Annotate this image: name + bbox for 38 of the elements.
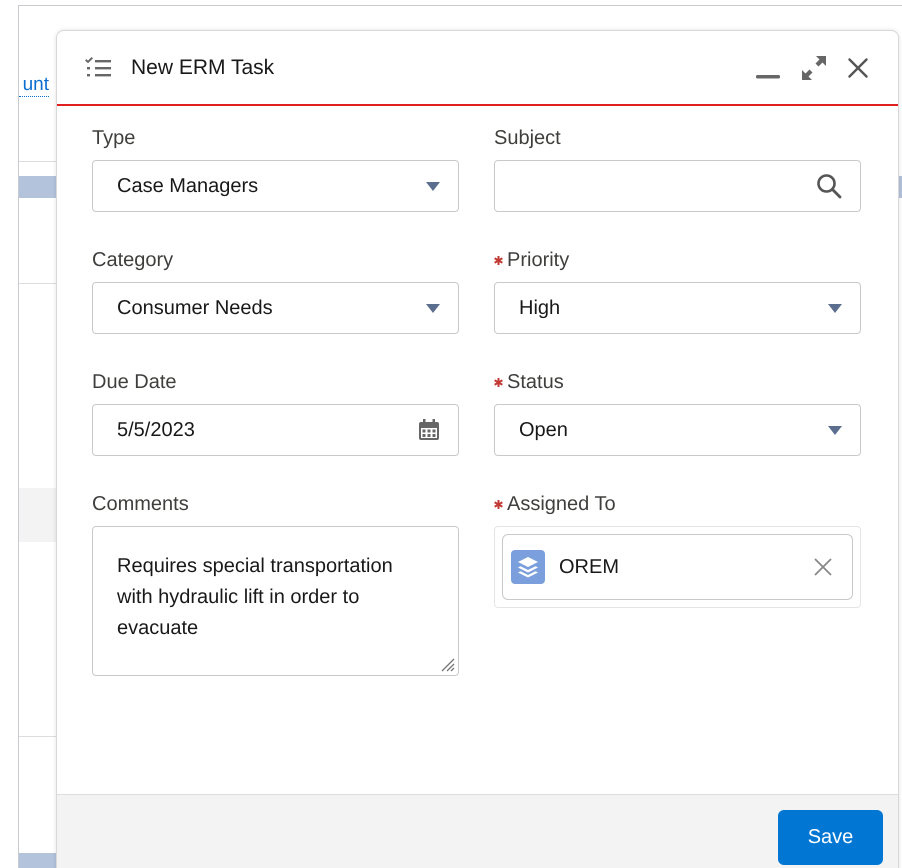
search-field[interactable] <box>494 160 861 212</box>
dropdown-caret-icon <box>828 304 842 312</box>
field-label: Assigned To <box>507 492 616 516</box>
picklist-field[interactable]: Open <box>494 404 861 456</box>
clear-icon[interactable] <box>814 558 832 576</box>
field-label: Subject <box>494 126 561 150</box>
table-footer-bar <box>19 853 59 868</box>
picklist-field[interactable]: Case Managers <box>92 160 459 212</box>
required-asterisk-icon <box>494 256 503 264</box>
comments-textarea[interactable]: Requires special transportation with hydraulic lift in order to evacuate <box>92 526 459 676</box>
checklist-icon <box>85 56 111 78</box>
calendar-icon <box>418 419 440 441</box>
dropdown-caret-icon <box>426 182 440 190</box>
account-link[interactable]: unt <box>19 74 49 97</box>
layers-icon <box>511 550 545 584</box>
dropdown-caret-icon <box>426 304 440 312</box>
required-asterisk-icon <box>494 500 503 508</box>
minimize-icon[interactable] <box>756 74 780 78</box>
field-label: Type <box>92 126 136 150</box>
modal-title: New ERM Task <box>131 56 276 80</box>
close-icon[interactable] <box>848 58 868 78</box>
dropdown-caret-icon <box>828 426 842 434</box>
save-button[interactable]: Save <box>778 810 883 865</box>
selected-record-pill[interactable]: OREM <box>502 534 853 600</box>
table-header-bar <box>19 176 59 198</box>
search-icon <box>816 173 842 199</box>
date-field[interactable]: 5/5/2023 <box>92 404 459 456</box>
picklist-field[interactable]: High <box>494 282 861 334</box>
field-label: Status <box>507 370 564 394</box>
required-asterisk-icon <box>494 378 503 386</box>
resize-handle-icon[interactable] <box>439 656 455 672</box>
expand-icon[interactable] <box>802 56 826 80</box>
field-label: Comments <box>92 492 189 516</box>
field-label: Priority <box>507 248 570 272</box>
picklist-field[interactable]: Consumer Needs <box>92 282 459 334</box>
field-label: Due Date <box>92 370 176 394</box>
field-label: Category <box>92 248 174 272</box>
lookup-field[interactable]: OREM <box>494 526 861 608</box>
